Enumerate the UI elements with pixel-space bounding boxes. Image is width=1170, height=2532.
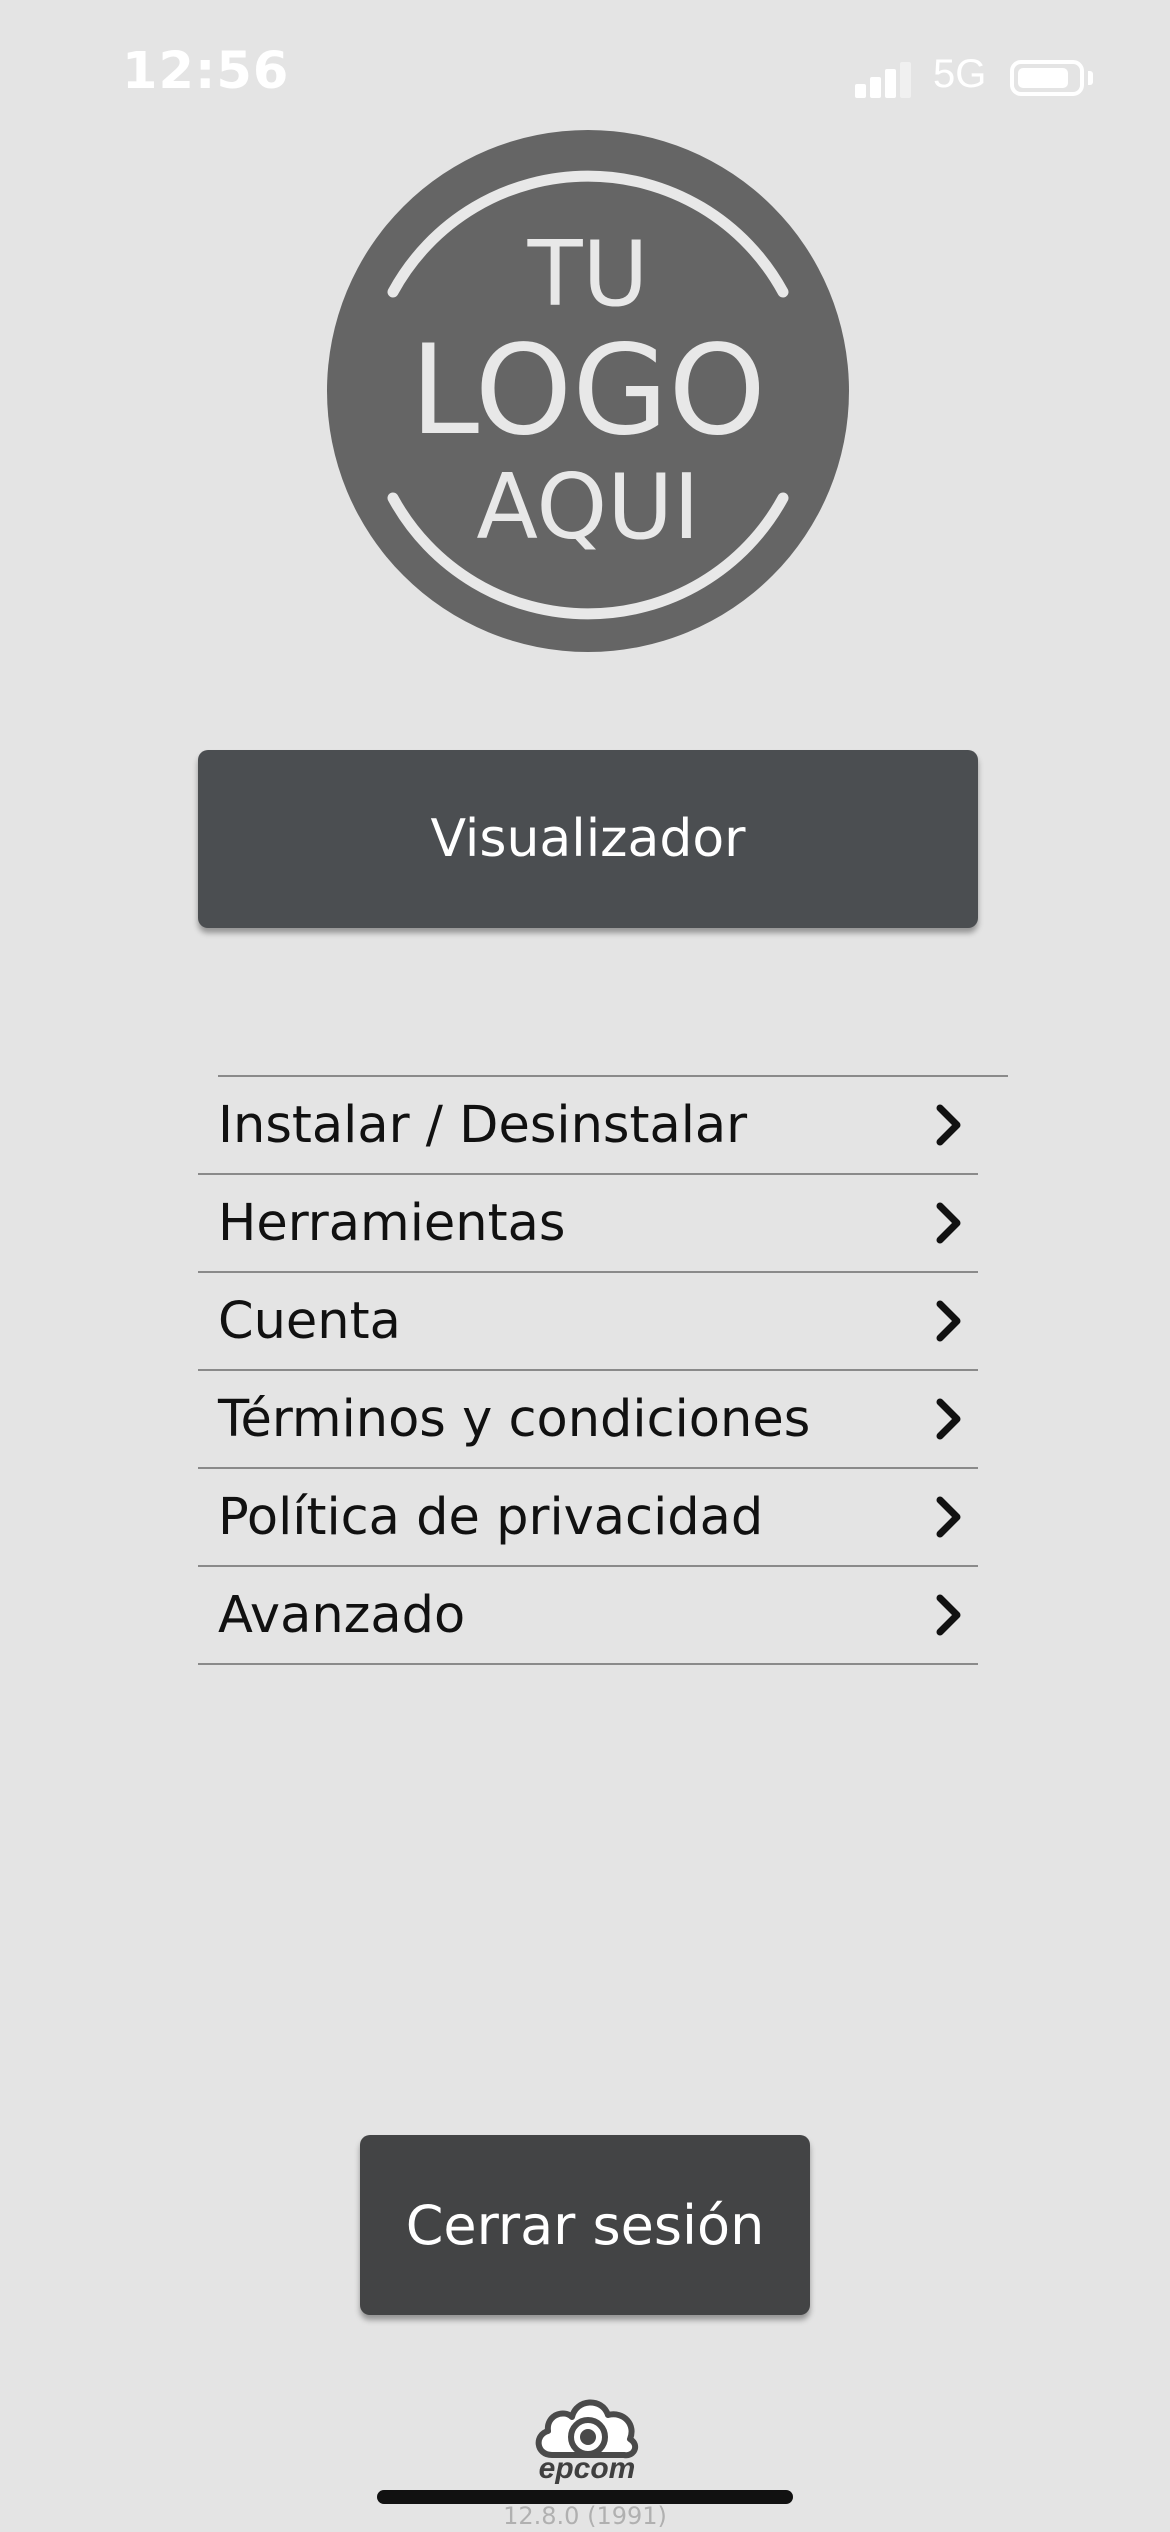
logo-text-logo: LOGO — [410, 319, 766, 463]
menu-item-tools[interactable]: Herramientas — [198, 1175, 978, 1273]
menu-item-advanced[interactable]: Avanzado — [198, 1567, 978, 1665]
menu-item-label: Términos y condiciones — [218, 1389, 811, 1449]
battery-tip — [1088, 71, 1093, 85]
logo: TU LOGO AQUI — [327, 130, 849, 652]
brand-name: epcom — [538, 2452, 636, 2485]
app-version: 12.8.0 (1991) — [503, 2502, 667, 2530]
battery-icon — [1010, 60, 1084, 96]
menu-item-install-uninstall[interactable]: Instalar / Desinstalar — [198, 1077, 978, 1175]
logo-text-tu: TU — [527, 222, 649, 327]
menu-item-label: Avanzado — [218, 1585, 466, 1645]
menu-item-label: Política de privacidad — [218, 1487, 764, 1547]
menu-item-terms[interactable]: Términos y condiciones — [198, 1371, 978, 1469]
logo-text-aqui: AQUI — [476, 455, 699, 560]
menu-item-label: Instalar / Desinstalar — [218, 1095, 748, 1155]
chevron-right-icon — [936, 1202, 961, 1244]
chevron-right-icon — [936, 1104, 961, 1146]
network-label: 5G — [933, 52, 987, 96]
signal-icon — [855, 62, 913, 98]
status-time: 12:56 — [122, 42, 290, 101]
chevron-right-icon — [936, 1300, 961, 1342]
menu-item-privacy-policy[interactable]: Política de privacidad — [198, 1469, 978, 1567]
chevron-right-icon — [936, 1398, 961, 1440]
menu-item-account[interactable]: Cuenta — [198, 1273, 978, 1371]
menu-item-label: Herramientas — [218, 1193, 566, 1253]
chevron-right-icon — [936, 1594, 961, 1636]
chevron-right-icon — [936, 1496, 961, 1538]
logout-button[interactable]: Cerrar sesión — [360, 2135, 810, 2315]
menu-item-label: Cuenta — [218, 1291, 401, 1351]
viewer-button[interactable]: Visualizador — [198, 750, 978, 928]
